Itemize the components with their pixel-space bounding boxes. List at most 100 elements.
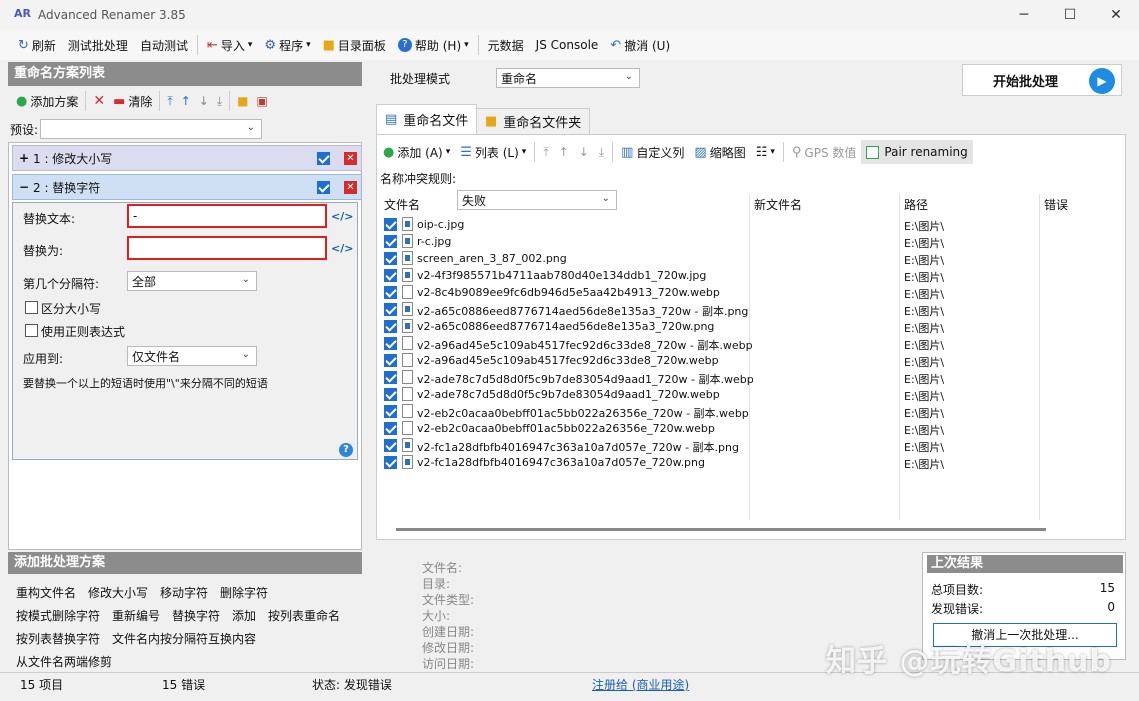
table-row[interactable]: v2-a96ad45e5c109ab4517fec92d6c33de8_720w… — [380, 352, 1124, 369]
table-row[interactable]: v2-eb2c0acaa0bebff01ac5bb022a26356e_720w… — [380, 403, 1124, 420]
batch-item-list-rename[interactable]: 按列表重命名 — [268, 607, 340, 624]
code-tag-icon[interactable]: </> — [331, 210, 353, 223]
batch-item-case[interactable]: 修改大小写 — [88, 584, 148, 601]
row-checkbox[interactable] — [384, 303, 397, 316]
delete-method-button[interactable]: ✕ — [89, 89, 109, 113]
collapse-icon[interactable]: − — [19, 180, 33, 194]
registration-link[interactable]: 注册给 (商业用途) — [592, 676, 689, 693]
folder-panel-button[interactable]: ■ 目录面板 — [317, 33, 392, 57]
js-console-button[interactable]: JS Console — [530, 33, 605, 57]
move-up-button[interactable]: ↑ — [177, 89, 195, 113]
help-button[interactable]: ? 帮助 (H) ▾ — [392, 33, 475, 57]
move-top-button[interactable]: ⤒ — [538, 140, 553, 164]
metadata-button[interactable]: 元数据 — [482, 33, 530, 57]
row-checkbox[interactable] — [384, 235, 397, 248]
column-new-filename[interactable]: 新文件名 — [754, 196, 802, 213]
column-path[interactable]: 路径 — [904, 196, 928, 213]
apply-to-select[interactable]: 仅文件名 ⌄ — [127, 346, 257, 366]
table-row[interactable]: v2-ade78c7d5d8d0f5c9b7de83054d9aad1_720w… — [380, 386, 1124, 403]
row-checkbox[interactable] — [384, 405, 397, 418]
move-down-button[interactable]: ↓ — [195, 89, 213, 113]
row-checkbox[interactable] — [384, 371, 397, 384]
clear-methods-button[interactable]: ▬ 清除 — [109, 89, 156, 113]
row-checkbox[interactable] — [384, 439, 397, 452]
help-circle-icon[interactable]: ? — [339, 443, 353, 457]
batch-item-renumber[interactable]: 重新编号 — [112, 607, 160, 624]
row-checkbox[interactable] — [384, 422, 397, 435]
undo-button[interactable]: ↶ 撤消 (U) — [604, 33, 676, 57]
move-bottom-button[interactable]: ⤓ — [213, 89, 226, 113]
code-tag-icon[interactable]: </> — [331, 242, 353, 255]
batch-mode-select[interactable]: 重命名 ⌄ — [496, 68, 640, 88]
program-button[interactable]: ⚙ 程序 ▾ — [258, 33, 316, 57]
method-enabled-checkbox[interactable] — [317, 181, 330, 194]
remove-method-icon[interactable]: ✕ — [344, 181, 357, 194]
close-button[interactable]: ✕ — [1093, 0, 1139, 30]
row-checkbox[interactable] — [384, 286, 397, 299]
occurrence-select[interactable]: 全部 ⌄ — [127, 271, 257, 291]
preset-select[interactable]: ⌄ — [40, 119, 263, 139]
row-checkbox[interactable] — [384, 218, 397, 231]
view-options-button[interactable]: ☷ ▾ — [751, 140, 780, 164]
case-sensitive-checkbox[interactable] — [25, 301, 38, 314]
custom-columns-button[interactable]: ▥ 自定义列 — [616, 140, 689, 164]
batch-item-trim[interactable]: 从文件名两端修剪 — [16, 653, 112, 670]
expand-icon[interactable]: + — [19, 151, 33, 165]
batch-item-move[interactable]: 移动字符 — [160, 584, 208, 601]
replace-with-input[interactable] — [127, 236, 327, 260]
table-row[interactable]: oip-c.jpg E:\图片\ — [380, 216, 1124, 233]
open-preset-button[interactable]: ■ — [233, 89, 252, 113]
refresh-button[interactable]: ↻ 刷新 — [12, 33, 62, 57]
row-checkbox[interactable] — [384, 388, 397, 401]
batch-item-swap[interactable]: 文件名内按分隔符互换内容 — [112, 630, 256, 647]
method-item-replace[interactable]: − 2 : 替换字符 ✕ — [12, 174, 362, 200]
start-batch-button[interactable]: 开始批处理 ▶ — [962, 64, 1122, 96]
batch-item-list-replace[interactable]: 按列表替换字符 — [16, 630, 100, 647]
minimize-button[interactable]: ─ — [1001, 0, 1047, 30]
batch-item-restructure[interactable]: 重构文件名 — [16, 584, 76, 601]
remove-method-icon[interactable]: ✕ — [344, 152, 357, 165]
row-checkbox[interactable] — [384, 269, 397, 282]
horizontal-scrollbar[interactable] — [396, 528, 1046, 531]
row-checkbox[interactable] — [384, 354, 397, 367]
table-row[interactable]: v2-a65c0886eed8776714aed56de8e135a3_720w… — [380, 301, 1124, 318]
pair-renaming-toggle[interactable]: Pair renaming — [861, 140, 973, 164]
maximize-button[interactable]: ☐ — [1047, 0, 1093, 30]
method-enabled-checkbox[interactable] — [317, 152, 330, 165]
move-top-button[interactable]: ⤒ — [163, 89, 176, 113]
row-checkbox[interactable] — [384, 456, 397, 469]
table-row[interactable]: v2-ade78c7d5d8d0f5c9b7de83054d9aad1_720w… — [380, 369, 1124, 386]
table-row[interactable]: r-c.jpg E:\图片\ — [380, 233, 1124, 250]
save-preset-button[interactable]: ▣ — [253, 89, 272, 113]
add-files-button[interactable]: ● 添加 (A) ▾ — [378, 140, 455, 164]
gps-button[interactable]: ⚲ GPS 数值 — [787, 140, 862, 164]
table-row[interactable]: screen_aren_3_87_002.png E:\图片\ — [380, 250, 1124, 267]
row-checkbox[interactable] — [384, 337, 397, 350]
batch-item-remove-pattern[interactable]: 按模式删除字符 — [16, 607, 100, 624]
table-row[interactable]: v2-eb2c0acaa0bebff01ac5bb022a26356e_720w… — [380, 420, 1124, 437]
move-down-button[interactable]: ↓ — [574, 140, 594, 164]
table-row[interactable]: v2-4f3f985571b4711aab780d40e134ddb1_720w… — [380, 267, 1124, 284]
move-bottom-button[interactable]: ⤓ — [594, 140, 609, 164]
table-row[interactable]: v2-a96ad45e5c109ab4517fec92d6c33de8_720w… — [380, 335, 1124, 352]
move-up-button[interactable]: ↑ — [554, 140, 574, 164]
batch-item-replace[interactable]: 替换字符 — [172, 607, 220, 624]
batch-item-add[interactable]: 添加 — [232, 607, 256, 624]
batch-item-remove[interactable]: 删除字符 — [220, 584, 268, 601]
table-row[interactable]: v2-fc1a28dfbfb4016947c363a10a7d057e_720w… — [380, 437, 1124, 454]
table-row[interactable]: v2-a65c0886eed8776714aed56de8e135a3_720w… — [380, 318, 1124, 335]
replace-text-input[interactable]: - — [127, 204, 327, 228]
list-button[interactable]: ☰ 列表 (L) ▾ — [455, 140, 531, 164]
regex-checkbox[interactable] — [25, 324, 38, 337]
row-checkbox[interactable] — [384, 252, 397, 265]
table-row[interactable]: v2-fc1a28dfbfb4016947c363a10a7d057e_720w… — [380, 454, 1124, 471]
tab-rename-folders[interactable]: ■ 重命名文件夹 — [476, 108, 591, 134]
table-row[interactable]: v2-8c4b9089ee9fc6db946d5e5aa42b4913_720w… — [380, 284, 1124, 301]
auto-test-button[interactable]: 自动测试 — [134, 33, 194, 57]
method-item-change-case[interactable]: + 1 : 修改大小写 ✕ — [12, 145, 362, 171]
thumbnails-button[interactable]: ▨ 缩略图 — [689, 140, 750, 164]
row-checkbox[interactable] — [384, 320, 397, 333]
column-filename[interactable]: 文件名 — [384, 196, 420, 213]
import-button[interactable]: ⇤ 导入 ▾ — [201, 33, 258, 57]
add-method-button[interactable]: ● 添加方案 — [12, 89, 82, 113]
